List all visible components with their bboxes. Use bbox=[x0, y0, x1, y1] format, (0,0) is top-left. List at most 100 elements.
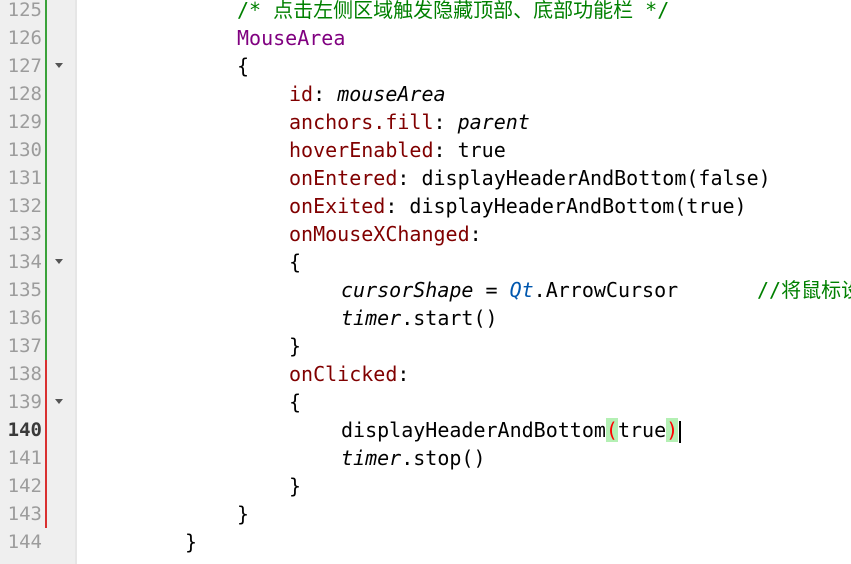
code-member: .start() bbox=[401, 306, 498, 330]
code-value: mouseArea bbox=[337, 82, 446, 106]
change-marker-unsaved bbox=[45, 444, 47, 472]
line-number: 138 bbox=[7, 363, 42, 385]
code-line: 143 } bbox=[0, 500, 851, 528]
code-property: anchors.fill bbox=[289, 110, 434, 134]
code-separator: : bbox=[469, 222, 482, 246]
code-statement: id: mouseArea bbox=[289, 80, 446, 108]
code-variable: timer bbox=[341, 446, 402, 470]
code-value: displayHeaderAndBottom(false) bbox=[421, 166, 771, 190]
code-function-call: displayHeaderAndBottom bbox=[341, 418, 606, 442]
change-marker-saved bbox=[45, 80, 47, 108]
line-number: 139 bbox=[7, 391, 42, 413]
code-line: 128 id: mouseArea bbox=[0, 80, 851, 108]
change-marker-saved bbox=[45, 192, 47, 220]
change-marker-saved bbox=[45, 332, 47, 360]
code-line: 131 onEntered: displayHeaderAndBottom(fa… bbox=[0, 164, 851, 192]
code-line: 139 { bbox=[0, 388, 851, 416]
change-marker-saved bbox=[45, 220, 47, 248]
line-number: 131 bbox=[7, 167, 42, 189]
line-number: 129 bbox=[7, 111, 42, 133]
code-line-current: 140 displayHeaderAndBottom(true) bbox=[0, 416, 851, 444]
code-statement: onClicked: bbox=[289, 360, 409, 388]
code-statement: onMouseXChanged: bbox=[289, 220, 482, 248]
code-variable: cursorShape bbox=[341, 278, 474, 302]
code-line: 132 onExited: displayHeaderAndBottom(tru… bbox=[0, 192, 851, 220]
change-marker-unsaved bbox=[45, 500, 47, 528]
code-separator: : bbox=[397, 166, 422, 190]
code-statement: cursorShape = Qt.ArrowCursor bbox=[341, 276, 678, 304]
code-brace: { bbox=[289, 390, 302, 414]
code-value: true bbox=[457, 138, 506, 162]
code-statement: onExited: displayHeaderAndBottom(true) bbox=[289, 192, 747, 220]
code-namespace: Qt bbox=[509, 278, 534, 302]
line-number: 132 bbox=[7, 195, 42, 217]
code-line: 133 onMouseXChanged: bbox=[0, 220, 851, 248]
change-marker-saved bbox=[45, 0, 47, 24]
code-property: onClicked bbox=[289, 362, 398, 386]
code-brace: } bbox=[289, 474, 302, 498]
code-property: onExited bbox=[289, 194, 386, 218]
text-cursor bbox=[679, 420, 682, 443]
code-line: 134 { bbox=[0, 248, 851, 276]
line-number: 136 bbox=[7, 307, 42, 329]
code-member: .stop() bbox=[401, 446, 486, 470]
line-number: 143 bbox=[7, 503, 42, 525]
change-marker-saved bbox=[45, 52, 47, 80]
code-member: .ArrowCursor bbox=[533, 278, 679, 302]
code-brace: } bbox=[289, 334, 302, 358]
line-number: 144 bbox=[7, 531, 42, 553]
line-number: 142 bbox=[7, 475, 42, 497]
code-line: 144 } bbox=[0, 528, 851, 556]
code-separator: : bbox=[433, 138, 458, 162]
code-brace: } bbox=[237, 502, 250, 526]
code-argument: true bbox=[617, 418, 667, 442]
change-marker-saved bbox=[45, 24, 47, 52]
code-brace: } bbox=[185, 530, 198, 554]
code-line: 141 timer.stop() bbox=[0, 444, 851, 472]
code-value: parent bbox=[457, 110, 530, 134]
fold-toggle-icon[interactable] bbox=[55, 259, 63, 264]
line-number: 141 bbox=[7, 447, 42, 469]
code-line: 125 /* 点击左侧区域触发隐藏顶部、底部功能栏 */ bbox=[0, 0, 851, 24]
code-statement: anchors.fill: parent bbox=[289, 108, 530, 136]
code-separator: : bbox=[433, 110, 458, 134]
line-number: 137 bbox=[7, 335, 42, 357]
line-number: 127 bbox=[7, 55, 42, 77]
code-property: hoverEnabled bbox=[289, 138, 434, 162]
code-statement: timer.stop() bbox=[341, 444, 486, 472]
code-line: 142 } bbox=[0, 472, 851, 500]
code-separator: : bbox=[313, 82, 338, 106]
change-marker-saved bbox=[45, 108, 47, 136]
code-statement: onEntered: displayHeaderAndBottom(false) bbox=[289, 164, 771, 192]
code-statement: hoverEnabled: true bbox=[289, 136, 506, 164]
fold-toggle-icon[interactable] bbox=[55, 63, 63, 68]
change-marker-saved bbox=[45, 304, 47, 332]
code-comment: //将鼠标设 bbox=[757, 278, 851, 302]
line-number: 134 bbox=[7, 251, 42, 273]
code-line: 135 cursorShape = Qt.ArrowCursor //将鼠标设 bbox=[0, 276, 851, 304]
change-marker-unsaved bbox=[45, 388, 47, 416]
matched-paren-close: ) bbox=[666, 418, 679, 442]
line-number: 133 bbox=[7, 223, 42, 245]
fold-toggle-icon[interactable] bbox=[55, 399, 63, 404]
line-number: 125 bbox=[7, 0, 42, 21]
line-number-current: 140 bbox=[7, 419, 42, 441]
code-line: 126 MouseArea bbox=[0, 24, 851, 52]
change-marker-saved bbox=[45, 164, 47, 192]
code-brace: { bbox=[237, 54, 250, 78]
line-number: 126 bbox=[7, 27, 42, 49]
line-number: 135 bbox=[7, 279, 42, 301]
code-line: 127 { bbox=[0, 52, 851, 80]
change-marker-unsaved bbox=[45, 360, 47, 388]
change-marker-unsaved bbox=[45, 472, 47, 500]
code-operator: = bbox=[473, 278, 510, 302]
code-comment: /* 点击左侧区域触发隐藏顶部、底部功能栏 */ bbox=[237, 0, 670, 22]
code-line: 137 } bbox=[0, 332, 851, 360]
change-marker-saved bbox=[45, 248, 47, 276]
code-property: onMouseXChanged bbox=[289, 222, 470, 246]
code-value: displayHeaderAndBottom(true) bbox=[409, 194, 747, 218]
code-line: 129 anchors.fill: parent bbox=[0, 108, 851, 136]
code-line: 138 onClicked: bbox=[0, 360, 851, 388]
code-property: id bbox=[289, 82, 314, 106]
line-number: 130 bbox=[7, 139, 42, 161]
